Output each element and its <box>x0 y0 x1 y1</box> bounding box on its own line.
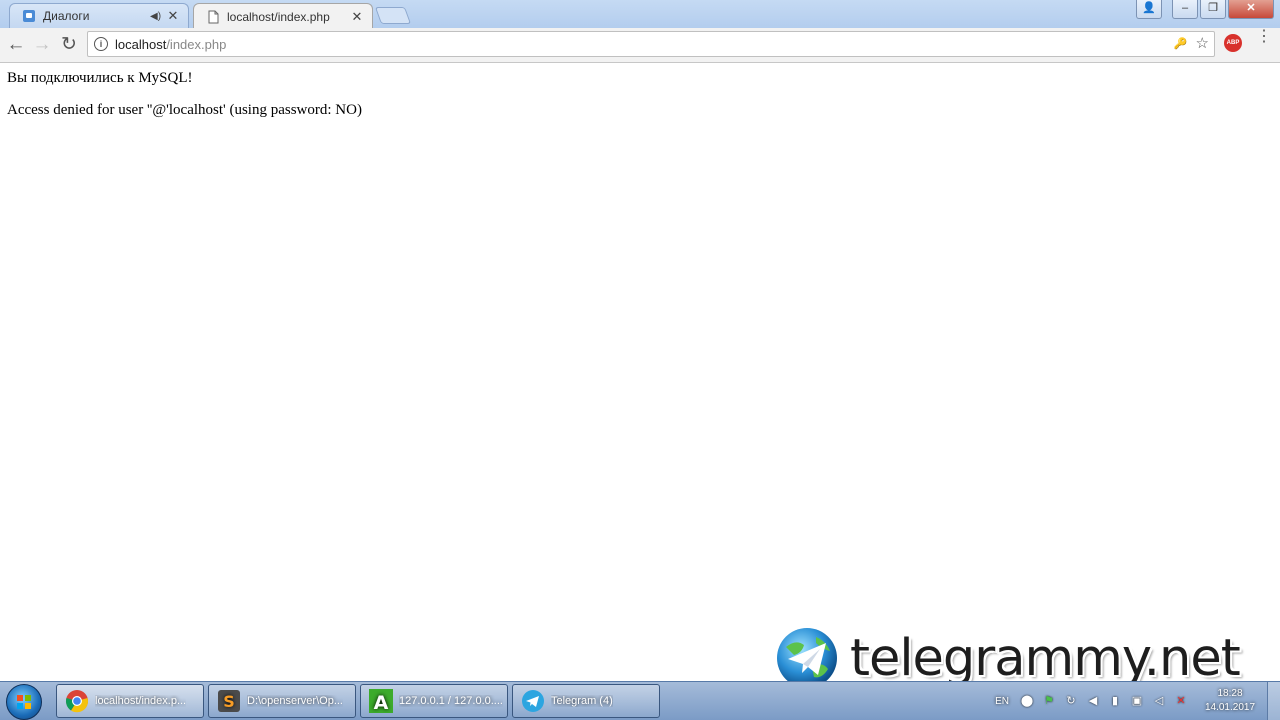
show-desktop-button[interactable] <box>1267 682 1280 720</box>
taskbar-item-telegram[interactable]: Telegram (4) <box>512 684 660 718</box>
taskbar-item-sublime[interactable]: S D:\openserver\Op... <box>208 684 356 718</box>
tab-strip: Диалоги ◀) ✕ localhost/index.php ✕ 👤 – ❐… <box>0 0 1280 29</box>
sublime-icon: S <box>218 690 240 712</box>
forward-button[interactable]: → <box>30 33 54 57</box>
reload-button[interactable]: ↻ <box>57 33 81 57</box>
menu-icon[interactable]: ⋮ <box>1256 29 1272 45</box>
speaker-icon[interactable]: ◀ <box>1085 693 1101 709</box>
key-icon[interactable]: 🔑 <box>1174 34 1188 54</box>
flag-icon[interactable]: ⚑ <box>1041 693 1057 709</box>
close-tab-icon[interactable]: ✕ <box>350 9 364 25</box>
chrome-icon <box>65 690 89 713</box>
network-icon[interactable]: ▣ <box>1129 693 1145 709</box>
battery-icon[interactable]: ▮ <box>1107 693 1123 709</box>
page-icon <box>208 10 219 23</box>
minimize-button[interactable]: – <box>1172 0 1198 19</box>
page-content: Вы подключились к MySQL! Access denied f… <box>7 69 362 133</box>
restore-button[interactable]: ❐ <box>1200 0 1226 19</box>
clock-date: 14.01.2017 <box>1204 702 1256 713</box>
telegram-tab-icon <box>23 10 35 22</box>
url-host: localhost <box>115 36 167 52</box>
speaker-icon[interactable]: ◀) <box>150 11 164 22</box>
taskbar-item-label: D:\openserver\Op... <box>247 695 343 707</box>
tab-localhost[interactable]: localhost/index.php ✕ <box>193 3 373 29</box>
browser-toolbar: ← → ↻ i localhost/index.php 🔑 ☆ ABP ⋮ <box>0 28 1280 63</box>
sync-icon[interactable]: ↻ <box>1063 693 1079 709</box>
warning-icon[interactable]: ✕ <box>1173 693 1189 709</box>
taskbar-item-label: 127.0.0.1 / 127.0.0.... <box>399 695 503 707</box>
watermark-text: telegrammy.net <box>850 628 1241 688</box>
start-button[interactable] <box>6 684 42 720</box>
taskbar-item-adminer[interactable]: A 127.0.0.1 / 127.0.0.... <box>360 684 508 718</box>
back-button[interactable]: ← <box>4 33 28 57</box>
language-indicator[interactable]: EN <box>995 696 1009 707</box>
clock-time: 18:28 <box>1217 688 1243 699</box>
close-window-button[interactable]: ✕ <box>1228 0 1274 19</box>
tab-label: Диалоги <box>43 9 90 23</box>
error-message: Access denied for user ''@'localhost' (u… <box>7 102 362 118</box>
tab-dialogs[interactable]: Диалоги ◀) ✕ <box>9 3 189 28</box>
clock[interactable]: 18:28 14.01.2017 <box>1199 687 1261 715</box>
svg-text:S: S <box>223 692 235 711</box>
tab-label: localhost/index.php <box>227 9 330 24</box>
new-tab-button[interactable] <box>374 7 412 24</box>
adminer-icon: A <box>369 689 393 713</box>
address-bar[interactable]: i localhost/index.php 🔑 ☆ <box>87 31 1215 57</box>
adblock-extension-icon[interactable]: ABP <box>1224 34 1242 52</box>
omnibox-actions: 🔑 ☆ <box>1174 34 1209 54</box>
windows-logo-icon <box>17 695 31 709</box>
url-path: /index.php <box>166 36 227 52</box>
user-icon[interactable]: 👤 <box>1136 0 1162 19</box>
taskbar: localhost/index.p... S D:\openserver\Op.… <box>0 681 1280 720</box>
taskbar-item-chrome[interactable]: localhost/index.p... <box>56 684 204 718</box>
bookmark-star-icon[interactable]: ☆ <box>1196 34 1209 54</box>
network-app-icon[interactable]: ⬤ <box>1019 693 1035 709</box>
close-tab-icon[interactable]: ✕ <box>166 8 180 24</box>
telegram-icon <box>522 690 544 712</box>
svg-text:A: A <box>374 692 389 713</box>
volume-icon[interactable]: ◁ <box>1151 693 1167 709</box>
system-tray: EN ⬤ ⚑ ↻ ◀ ▮ ▣ ◁ ✕ 18:28 14.01.2017 <box>995 682 1280 720</box>
connection-message: Вы подключились к MySQL! <box>7 70 193 86</box>
telegram-globe-icon <box>777 628 837 688</box>
taskbar-item-label: localhost/index.p... <box>95 695 187 707</box>
info-icon[interactable]: i <box>94 37 108 51</box>
taskbar-item-label: Telegram (4) <box>551 695 613 707</box>
window-controls: 👤 – ❐ ✕ <box>1136 0 1274 19</box>
